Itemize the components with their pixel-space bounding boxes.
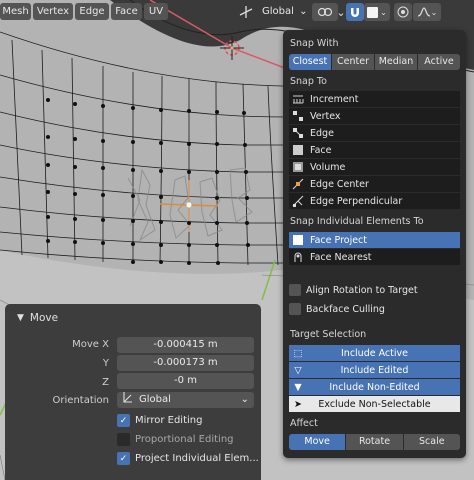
snap-face-project[interactable]: Face Project bbox=[289, 232, 460, 248]
snap-to-edge-center-label: Edge Center bbox=[310, 178, 369, 190]
snap-with-active[interactable]: Active bbox=[418, 54, 460, 70]
move-x-label: Move X bbox=[72, 339, 109, 350]
snap-to-edge-perpendicular[interactable]: Edge Perpendicular bbox=[289, 193, 460, 209]
increment-icon bbox=[289, 91, 307, 107]
snap-to-increment-label: Increment bbox=[310, 93, 359, 105]
orientation-label: Orientation bbox=[52, 395, 109, 406]
snapping-popover: Snap With Closest Center Median Active S… bbox=[283, 30, 466, 458]
snap-with-heading: Snap With bbox=[290, 38, 339, 49]
project-individual-label: Project Individual Elem... bbox=[135, 453, 259, 464]
menu-vertex[interactable]: Vertex bbox=[33, 3, 73, 20]
orientation-select[interactable]: Global ⌄ bbox=[117, 392, 254, 408]
axis-gizmo-icon bbox=[121, 391, 133, 409]
snap-face-nearest-label: Face Nearest bbox=[310, 251, 372, 263]
target-exclude-non-selectable-label: Exclude Non-Selectable bbox=[318, 398, 431, 410]
edge-perpendicular-icon bbox=[289, 193, 307, 209]
align-rotation-checkbox[interactable]: Align Rotation to Target bbox=[289, 284, 418, 296]
snap-to-volume[interactable]: Volume bbox=[289, 159, 460, 175]
backface-culling-checkbox[interactable]: Backface Culling bbox=[289, 303, 385, 315]
affect-rotate[interactable]: Rotate bbox=[346, 434, 404, 450]
link-icon[interactable]: ⌄ bbox=[336, 3, 346, 21]
snap-face-nearest[interactable]: Face Nearest bbox=[289, 249, 460, 265]
backface-culling-check-icon bbox=[289, 303, 301, 315]
mirror-editing-checkbox[interactable]: ✓ Mirror Editing bbox=[117, 414, 202, 427]
face-project-icon bbox=[289, 232, 307, 248]
falloff-icon[interactable]: ⌄ bbox=[413, 3, 441, 21]
affect-move[interactable]: Move bbox=[289, 434, 347, 450]
target-include-non-edited[interactable]: ▼ Include Non-Edited bbox=[289, 379, 460, 395]
affect-selector: Move Rotate Scale bbox=[289, 434, 460, 450]
affect-scale[interactable]: Scale bbox=[403, 434, 460, 450]
snap-to-heading: Snap To bbox=[290, 76, 327, 87]
individual-elements-heading: Snap Individual Elements To bbox=[290, 216, 424, 227]
axis-gizmo-icon[interactable] bbox=[238, 3, 254, 21]
move-x-field[interactable]: -0.000415 m bbox=[117, 337, 254, 353]
chevron-down-icon: ▼ bbox=[17, 313, 24, 323]
snap-to-edge[interactable]: Edge bbox=[289, 125, 460, 141]
project-individual-checkbox[interactable]: ✓ Project Individual Elem... bbox=[117, 452, 259, 465]
include-edited-icon: ▽ bbox=[294, 364, 302, 376]
move-z-label: Z bbox=[102, 377, 109, 388]
align-rotation-label: Align Rotation to Target bbox=[306, 284, 418, 296]
target-include-non-edited-label: Include Non-Edited bbox=[329, 381, 420, 393]
snap-to-vertex[interactable]: Vertex bbox=[289, 108, 460, 124]
snap-with-center[interactable]: Center bbox=[332, 54, 375, 70]
snap-to-face[interactable]: Face bbox=[289, 142, 460, 158]
chevron-down-icon: ⌄ bbox=[299, 6, 308, 17]
target-include-edited-label: Include Edited bbox=[340, 364, 409, 376]
snap-to-vertex-label: Vertex bbox=[310, 110, 341, 122]
magnet-icon[interactable] bbox=[346, 3, 364, 21]
move-y-field[interactable]: -0.000173 m bbox=[117, 355, 254, 371]
move-z-field[interactable]: -0 m bbox=[117, 373, 254, 389]
move-y-label: Y bbox=[102, 358, 109, 369]
menu-uv[interactable]: UV bbox=[144, 3, 168, 20]
face-nearest-icon bbox=[289, 249, 307, 265]
orientation-label: Global bbox=[262, 6, 294, 17]
snap-to-edge-center[interactable]: Edge Center bbox=[289, 176, 460, 192]
proportional-editing-label: Proportional Editing bbox=[135, 434, 234, 445]
snap-face-project-label: Face Project bbox=[310, 234, 368, 246]
include-active-icon: ⬚ bbox=[293, 347, 303, 359]
move-panel-header[interactable]: ▼ Move bbox=[17, 312, 58, 324]
snap-to-edge-label: Edge bbox=[310, 127, 334, 139]
snap-with-median[interactable]: Median bbox=[375, 54, 418, 70]
edge-center-icon bbox=[289, 176, 307, 192]
orientation-value: Global bbox=[139, 394, 171, 405]
affect-heading: Affect bbox=[290, 418, 318, 429]
snap-target-icon[interactable]: ⌄ bbox=[364, 3, 390, 21]
snap-to-volume-label: Volume bbox=[310, 161, 346, 173]
face-icon bbox=[289, 142, 307, 158]
orientation-dropdown[interactable]: Global ⌄ bbox=[256, 3, 310, 20]
vertex-icon bbox=[289, 108, 307, 124]
target-include-edited[interactable]: ▽ Include Edited bbox=[289, 362, 460, 378]
edge-icon bbox=[289, 125, 307, 141]
chevron-down-icon: ⌄ bbox=[240, 394, 249, 405]
snap-with-selector: Closest Center Median Active bbox=[289, 54, 460, 70]
target-include-active-label: Include Active bbox=[341, 347, 408, 359]
snap-to-face-label: Face bbox=[310, 144, 332, 156]
check-icon: ✓ bbox=[117, 452, 130, 465]
mirror-editing-label: Mirror Editing bbox=[135, 415, 203, 426]
align-rotation-check-icon bbox=[289, 284, 301, 296]
check-icon: ✓ bbox=[117, 414, 130, 427]
snap-with-closest[interactable]: Closest bbox=[289, 54, 332, 70]
menu-face[interactable]: Face bbox=[111, 3, 142, 20]
proportional-editing-checkbox[interactable]: Proportional Editing bbox=[117, 433, 234, 446]
include-non-edited-icon: ▼ bbox=[294, 381, 302, 393]
snap-to-edge-perpendicular-label: Edge Perpendicular bbox=[310, 195, 403, 207]
move-panel-title: Move bbox=[29, 312, 59, 324]
target-exclude-non-selectable[interactable]: ➤ Exclude Non-Selectable bbox=[289, 396, 460, 412]
volume-icon bbox=[289, 159, 307, 175]
menu-mesh[interactable]: Mesh bbox=[0, 3, 31, 20]
unchecked-box-icon bbox=[117, 433, 130, 446]
menu-edge[interactable]: Edge bbox=[75, 3, 109, 20]
cursor-icon: ➤ bbox=[294, 398, 302, 410]
backface-culling-label: Backface Culling bbox=[306, 303, 385, 315]
target-selection-heading: Target Selection bbox=[290, 329, 367, 340]
transform-pivot-icon[interactable] bbox=[312, 3, 338, 21]
snap-to-increment[interactable]: Increment bbox=[289, 91, 460, 107]
move-operator-panel: ▼ Move Move X -0.000415 m Y -0.000173 m … bbox=[5, 304, 261, 480]
target-include-active[interactable]: ⬚ Include Active bbox=[289, 345, 460, 361]
proportional-editing-icon[interactable] bbox=[394, 3, 412, 21]
